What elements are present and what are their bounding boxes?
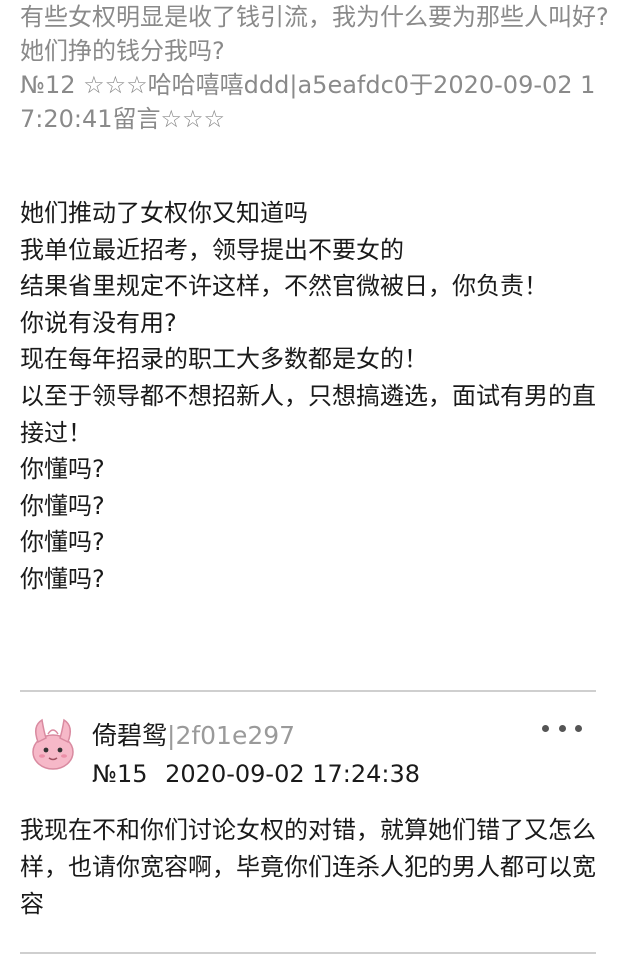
post-timestamp: 2020-09-02 17:24:38: [165, 760, 421, 788]
reply-line: 以至于领导都不想招新人，只想搞遴选，面试有男的直接过！: [20, 381, 596, 447]
reply-line: 你懂吗?: [20, 528, 105, 557]
post-author[interactable]: 倚碧鸳|2f01e297: [92, 718, 295, 754]
post-meta: №15 2020-09-02 17:24:38: [92, 756, 420, 792]
reply-text: 她们推动了女权你又知道吗 我单位最近招考，领导提出不要女的 结果省里规定不许这样…: [20, 195, 610, 598]
divider: [20, 952, 596, 954]
reply-line: 你说有没有用?: [20, 308, 177, 337]
quoted-comment-text: 有些女权明显是收了钱引流，我为什么要为那些人叫好?她们挣的钱分我吗?: [20, 3, 609, 65]
reply-line: 你懂吗?: [20, 455, 105, 484]
author-name[interactable]: 倚碧鸳: [92, 721, 167, 750]
reply-line: 你懂吗?: [20, 564, 105, 593]
avatar[interactable]: [22, 712, 84, 774]
reply-line: 现在每年招录的职工大多数都是女的！: [20, 345, 428, 374]
pink-creature-avatar-icon: [32, 718, 74, 770]
dot: [542, 724, 549, 732]
dot: [575, 724, 582, 732]
quoted-comment-meta: №12 ☆☆☆哈哈嘻嘻ddd|a5eafdc0于2020-09-02 17:20…: [20, 71, 596, 133]
more-dots-icon[interactable]: [542, 718, 582, 738]
quoted-comment: 有些女权明显是收了钱引流，我为什么要为那些人叫好?她们挣的钱分我吗? №12 ☆…: [20, 0, 610, 136]
divider: [20, 690, 596, 692]
post-number: №15: [92, 760, 148, 788]
dot: [558, 724, 566, 732]
author-id: |2f01e297: [167, 721, 296, 750]
reply-line: 结果省里规定不许这样，不然官微被日，你负责！: [20, 272, 548, 301]
reply-line: 你懂吗?: [20, 491, 105, 520]
reply-line: 我单位最近招考，领导提出不要女的: [20, 235, 404, 264]
reply-line: 她们推动了女权你又知道吗: [20, 199, 308, 227]
post-body: 我现在不和你们讨论女权的对错，就算她们错了又怎么样，也请你宽容啊，毕竟你们连杀人…: [20, 816, 596, 918]
